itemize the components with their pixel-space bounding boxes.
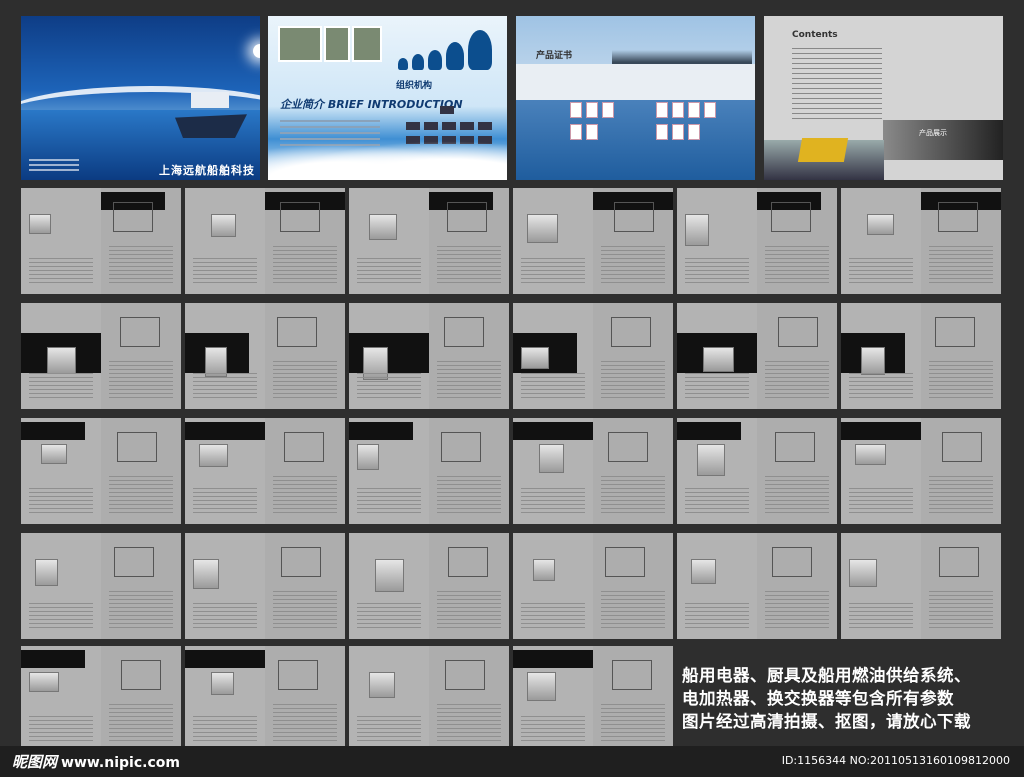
- catalog-spread: [21, 188, 181, 294]
- certificate-thumb: [586, 124, 598, 140]
- catalog-spread: [349, 303, 509, 409]
- catalog-spread: [513, 533, 673, 639]
- caption-line: 电加热器、换交换器等包含所有参数: [682, 689, 954, 708]
- certificate-thumb: [602, 102, 614, 118]
- catalog-spread: [185, 533, 345, 639]
- cloud-graphic: [268, 138, 507, 180]
- catalog-spread: [841, 418, 1001, 524]
- weights-image: [396, 26, 496, 70]
- catalog-spread: [185, 303, 345, 409]
- catalog-spread: [677, 303, 837, 409]
- catalog-spread: [513, 418, 673, 524]
- certificate-thumb: [688, 124, 700, 140]
- building-photo: [352, 26, 382, 62]
- catalog-spread: [349, 418, 509, 524]
- certificate-thumb: [672, 102, 684, 118]
- catalog-spread: [513, 188, 673, 294]
- catalog-spread: [677, 418, 837, 524]
- caption-line: 图片经过高清拍摄、抠图，请放心下载: [682, 712, 971, 731]
- image-id: ID:1156344 NO:20110513160109812000: [781, 754, 1010, 767]
- catalog-preview: 上海远航船舶科技 组织机构 企业简介 BRIEF INTRODUCTION 产品…: [0, 0, 1024, 777]
- cover-title: 上海远航船舶科技: [159, 164, 255, 177]
- catalog-spread: [349, 533, 509, 639]
- contents-list: [792, 44, 882, 123]
- catalog-spread: [21, 646, 181, 752]
- contents-title: Contents: [792, 30, 838, 40]
- catalog-spread: [21, 533, 181, 639]
- certificate-thumb: [688, 102, 700, 118]
- building-photo: [278, 26, 322, 62]
- header-band: [516, 64, 755, 100]
- site-logo[interactable]: 昵图网 www.nipic.com: [12, 751, 180, 772]
- description-caption: 船用电器、厨具及船用燃油供给系统、 电加热器、换交换器等包含所有参数 图片经过高…: [682, 664, 1012, 733]
- building-photo: [324, 26, 350, 62]
- certificate-thumb: [586, 102, 598, 118]
- catalog-spread: [841, 188, 1001, 294]
- certificate-thumb: [570, 124, 582, 140]
- org-heading: 组织机构: [396, 81, 433, 91]
- contact-lines: [29, 156, 79, 176]
- catalog-spread: [21, 303, 181, 409]
- certificate-heading: 产品证书: [536, 51, 573, 61]
- catalog-spread: [185, 418, 345, 524]
- certificate-thumb: [704, 102, 716, 118]
- catalog-spread: [677, 533, 837, 639]
- cover-page-1: 上海远航船舶科技: [21, 16, 260, 180]
- catalog-spread: [677, 188, 837, 294]
- catalog-spread: [185, 188, 345, 294]
- section-banner: 产品展示: [883, 120, 1003, 160]
- ship-bridge: [191, 92, 229, 108]
- catalog-spread: [185, 646, 345, 752]
- certificate-thumb: [656, 102, 668, 118]
- caption-line: 船用电器、厨具及船用燃油供给系统、: [682, 666, 971, 685]
- gold-badge: [797, 138, 849, 162]
- cover-page-3: 产品证书: [516, 16, 755, 180]
- certificate-thumb: [672, 124, 684, 140]
- catalog-spread: [841, 533, 1001, 639]
- catalog-spread: [513, 646, 673, 752]
- catalog-spread: [21, 418, 181, 524]
- certificate-thumb: [656, 124, 668, 140]
- catalog-spread: [349, 188, 509, 294]
- catalog-spread: [349, 646, 509, 752]
- catalog-spread: [841, 303, 1001, 409]
- star-flare: [253, 44, 260, 58]
- catalog-spread: [513, 303, 673, 409]
- cover-page-2: 组织机构 企业简介 BRIEF INTRODUCTION: [268, 16, 507, 180]
- cover-page-4: Contents 产品展示: [764, 16, 1003, 180]
- certificate-thumb: [570, 102, 582, 118]
